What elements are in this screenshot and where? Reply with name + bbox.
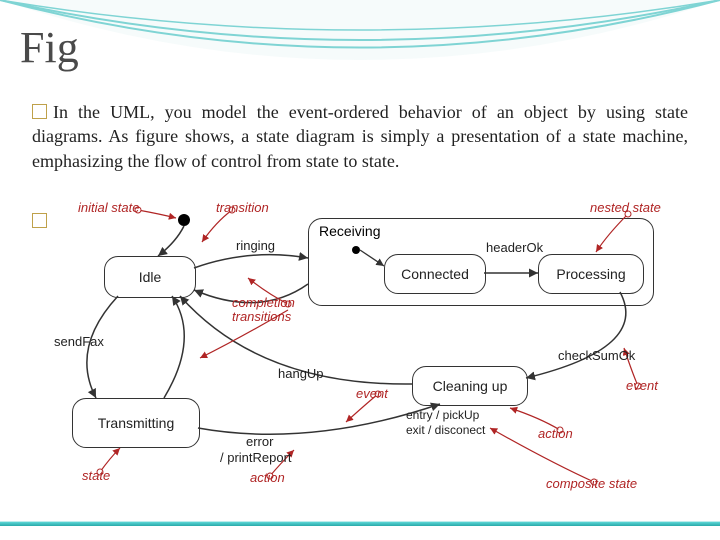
paragraph-text: In the UML, you model the event-ordered … (32, 102, 688, 171)
edge-label-error: error (246, 434, 273, 449)
callout-completion: completion transitions (232, 296, 295, 325)
page-title: Fig (20, 22, 79, 73)
callout-event-right: event (626, 378, 658, 393)
callout-composite-state: composite state (546, 476, 637, 491)
bullet-icon (32, 213, 47, 228)
empty-bullet (32, 212, 53, 232)
callout-initial-state: initial state (78, 200, 139, 215)
edge-label-sendfax: sendFax (54, 334, 104, 349)
edge-label-printreport: / printReport (220, 450, 292, 465)
edge-label-hangup: hangUp (278, 366, 324, 381)
callout-nested-state: nested state (590, 200, 661, 215)
callout-action-right: action (538, 426, 573, 441)
edge-label-checksumok: checkSumOk (558, 348, 635, 363)
arc-svg (0, 0, 720, 90)
footer-line (0, 521, 720, 526)
callout-transition: transition (216, 200, 269, 215)
callout-event-left: event (356, 386, 388, 401)
entry-exit-label: entry / pickUp exit / disconect (406, 408, 485, 438)
callout-action-left: action (250, 470, 285, 485)
body-paragraph: In the UML, you model the event-ordered … (32, 100, 688, 173)
edge-label-ringing: ringing (236, 238, 275, 253)
decorative-arcs (0, 0, 720, 90)
callout-state: state (82, 468, 110, 483)
state-diagram: Receiving Idle Connected Processing Tran… (60, 208, 670, 498)
edge-label-headerok: headerOk (486, 240, 543, 255)
slide: Fig In the UML, you model the event-orde… (0, 0, 720, 540)
bullet-icon (32, 104, 47, 119)
